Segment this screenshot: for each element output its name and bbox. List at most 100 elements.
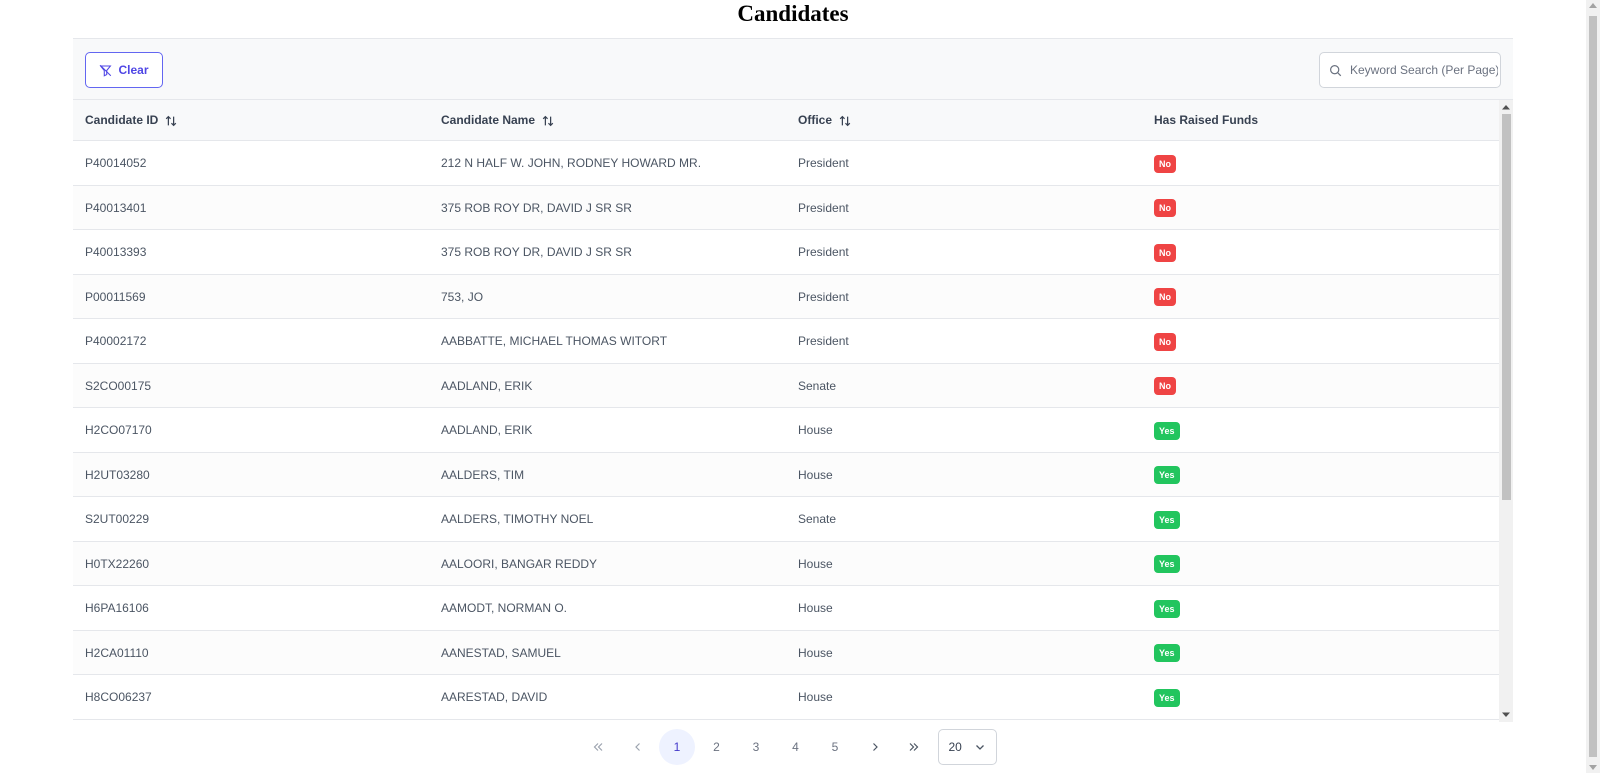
page-2-button[interactable]: 2 (699, 729, 735, 765)
filter-slash-icon (99, 64, 112, 77)
sort-icon[interactable] (541, 114, 555, 128)
page-scroll-down-icon[interactable] (1589, 765, 1597, 770)
cell-office: Senate (798, 378, 837, 393)
status-badge: No (1154, 377, 1176, 396)
first-page-button[interactable] (580, 729, 616, 765)
cell-candidate-name: 375 ROB ROY DR, DAVID J SR SR (441, 200, 632, 215)
cell-candidate-id: H6PA16106 (85, 601, 149, 615)
cell-candidate-name: AANESTAD, SAMUEL (441, 645, 561, 660)
cell-candidate-id: P40014052 (85, 156, 147, 170)
cell-candidate-name: AALDERS, TIM (441, 467, 525, 482)
rows-per-page-value: 20 (948, 740, 962, 754)
page-scroll-up-icon[interactable] (1589, 3, 1597, 8)
column-header-office[interactable]: Office (798, 100, 852, 141)
clear-filters-button[interactable]: Clear (85, 52, 163, 88)
table-row[interactable]: H0TX22260 AALOORI, BANGAR REDDY House Yes (73, 541, 1499, 586)
cell-has-raised-funds: Yes (1154, 675, 1180, 719)
column-header-candidate-id[interactable]: Candidate ID (85, 100, 178, 141)
cell-candidate-id: S2UT00229 (85, 512, 150, 526)
next-page-button[interactable] (857, 729, 893, 765)
table-row[interactable]: S2CO00175 AADLAND, ERIK Senate No (73, 363, 1499, 408)
cell-candidate-name: 375 ROB ROY DR, DAVID J SR SR (441, 245, 632, 259)
page-scroll-thumb[interactable] (1589, 16, 1597, 757)
cell-office: President (798, 200, 849, 215)
table-row[interactable]: H8CO06237 AARESTAD, DAVID House Yes (73, 675, 1499, 720)
cell-office: House (798, 601, 833, 615)
table-row[interactable]: P40014052 212 N HALF W. JOHN, RODNEY HOWA… (73, 141, 1499, 186)
page-3-button[interactable]: 3 (738, 729, 774, 765)
chevron-left-icon (634, 743, 640, 751)
cell-has-raised-funds: Yes (1154, 586, 1180, 630)
candidates-table: Clear Candidate ID Candidate Name Office (73, 38, 1513, 722)
cell-office: House (798, 423, 833, 437)
cell-has-raised-funds: No (1154, 364, 1176, 408)
last-page-button[interactable] (896, 729, 932, 765)
cell-has-raised-funds: Yes (1154, 453, 1180, 497)
chevron-down-icon (975, 745, 984, 750)
cell-candidate-name: 753, JO (441, 289, 484, 304)
cell-has-raised-funds: No (1154, 186, 1176, 230)
cell-office: Senate (798, 512, 837, 526)
page-scrollbar[interactable] (1586, 0, 1600, 773)
table-row[interactable]: S2UT00229 AALDERS, TIMOTHY NOEL Senate Yes (73, 497, 1499, 542)
page-5-button[interactable]: 5 (817, 729, 853, 765)
clear-button-label: Clear (118, 63, 149, 77)
cell-has-raised-funds: Yes (1154, 631, 1180, 675)
status-badge: No (1154, 154, 1176, 173)
page-title: Candidates (737, 1, 849, 26)
cell-candidate-id: H2UT03280 (85, 467, 150, 482)
column-label: Office (798, 113, 833, 127)
status-badge: Yes (1154, 555, 1180, 574)
page-4-button[interactable]: 4 (778, 729, 814, 765)
table-scrollbar[interactable] (1499, 100, 1513, 722)
cell-candidate-id: H2CA01110 (85, 645, 149, 660)
status-badge: Yes (1154, 510, 1180, 529)
table-row[interactable]: H2UT03280 AALDERS, TIM House Yes (73, 452, 1499, 497)
sort-icon[interactable] (164, 114, 178, 128)
cell-candidate-id: P00011569 (85, 289, 146, 304)
table-row[interactable]: H2CA01110 AANESTAD, SAMUEL House Yes (73, 630, 1499, 675)
scroll-up-arrow-icon[interactable] (1499, 100, 1513, 114)
double-chevron-right-icon (909, 743, 919, 751)
cell-candidate-id: H2CO07170 (85, 423, 152, 437)
column-header-has-raised-funds: Has Raised Funds (1154, 100, 1258, 141)
sort-icon[interactable] (838, 114, 852, 128)
table-row[interactable]: H2CO07170 AADLAND, ERIK House Yes (73, 408, 1499, 453)
scroll-down-arrow-icon[interactable] (1499, 708, 1513, 722)
column-label: Candidate Name (441, 113, 536, 127)
cell-has-raised-funds: No (1154, 141, 1176, 185)
cell-candidate-id: P40002172 (85, 334, 147, 348)
status-badge: Yes (1154, 644, 1180, 663)
page-numbers: 12345 (659, 729, 857, 765)
cell-candidate-id: P40013393 (85, 245, 147, 259)
scroll-thumb[interactable] (1502, 114, 1511, 500)
column-label: Has Raised Funds (1154, 113, 1259, 127)
table-row[interactable]: P40002172 AABBATTE, MICHAEL THOMAS WITORT… (73, 319, 1499, 364)
cell-candidate-name: AADLAND, ERIK (441, 423, 533, 437)
pagination: 12345 20 (580, 729, 997, 765)
page-1-button[interactable]: 1 (659, 729, 695, 765)
column-header-candidate-name[interactable]: Candidate Name (441, 100, 555, 141)
table-row[interactable]: H6PA16106 AAMODT, NORMAN O. House Yes (73, 586, 1499, 631)
search-input[interactable] (1350, 53, 1498, 87)
cell-candidate-name: AARESTAD, DAVID (441, 690, 548, 704)
cell-candidate-id: P40013401 (85, 200, 147, 215)
cell-office: President (798, 334, 849, 348)
status-badge: No (1154, 288, 1176, 307)
status-badge: Yes (1154, 466, 1180, 485)
previous-page-button[interactable] (620, 729, 656, 765)
cell-office: House (798, 645, 833, 660)
cell-has-raised-funds: Yes (1154, 408, 1180, 452)
table-row[interactable]: P00011569 753, JO President No (73, 274, 1499, 319)
keyword-search[interactable] (1319, 52, 1501, 88)
table-body: P40014052 212 N HALF W. JOHN, RODNEY HOWA… (73, 141, 1499, 720)
cell-candidate-name: AALDERS, TIMOTHY NOEL (441, 512, 594, 526)
rows-per-page-dropdown[interactable]: 20 (937, 729, 997, 765)
status-badge: Yes (1154, 421, 1180, 440)
cell-has-raised-funds: No (1154, 230, 1176, 274)
table-grid: Candidate ID Candidate Name Office Has R… (73, 100, 1513, 722)
table-row[interactable]: P40013393 375 ROB ROY DR, DAVID J SR SR Pr… (73, 230, 1499, 275)
status-badge: Yes (1154, 599, 1180, 618)
status-badge: No (1154, 199, 1176, 218)
table-row[interactable]: P40013401 375 ROB ROY DR, DAVID J SR SR Pr… (73, 185, 1499, 230)
